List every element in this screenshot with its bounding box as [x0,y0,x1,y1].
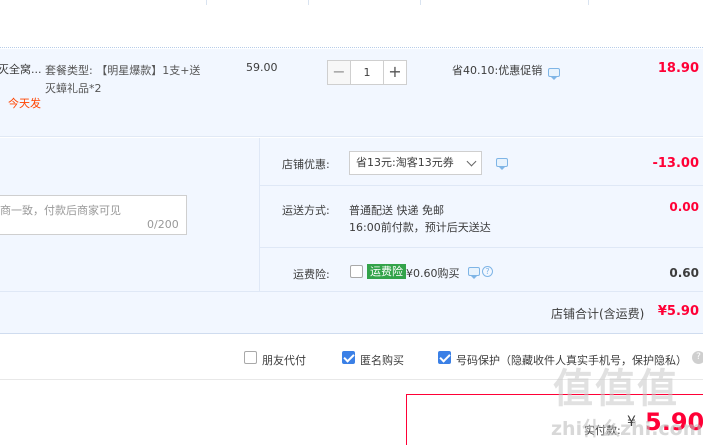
quantity-decrease-button[interactable]: − [327,60,351,85]
coupon-select-value: 省13元:淘客13元券 [356,156,454,169]
memo-char-count: 0/200 [147,218,179,231]
chat-bubble-icon[interactable] [496,158,508,170]
shop-total-value: ¥5.90 [657,304,699,319]
unit-price: 59.00 [246,61,278,74]
chevron-down-icon [466,156,477,167]
anonymous-checkbox[interactable] [342,351,355,364]
section-divider [259,185,703,186]
watermark-url: zhi什么zhi.com [551,418,703,440]
insurance-price: ¥0.60购买 [406,267,460,280]
chat-bubble-icon[interactable] [548,68,560,80]
column-divider [588,0,589,5]
column-divider [420,0,421,5]
quantity-increase-button[interactable]: + [383,60,407,85]
help-icon[interactable]: ? [692,351,703,364]
shop-discount-amount: -13.00 [652,156,699,171]
item-spec: 套餐类型: 【明星爆款】1支+送 [45,64,201,77]
table-header-strip [0,0,703,48]
shop-discount-label: 店铺优惠: [282,158,330,171]
help-icon[interactable]: ? [482,266,493,277]
item-line-total: 18.90 [657,61,699,76]
section-divider [259,138,260,291]
friend-pay-checkbox[interactable] [244,351,257,364]
shipping-amount: 0.00 [669,200,699,214]
watermark-logo: 值值值 [553,366,679,412]
promo-text: 省40.10:优惠促销 [452,64,543,77]
quantity-stepper: − 1 + [327,60,407,85]
item-spec-continued: 灭蟑礼品*2 [45,82,102,95]
coupon-select[interactable]: 省13元:淘客13元券 [349,151,482,175]
shipping-method: 普通配送 快递 免邮 [349,204,444,217]
chat-bubble-icon[interactable] [468,267,480,279]
shop-total-label: 店铺合计(含运费) [551,307,645,321]
ship-today-badge: 今天发 [8,97,41,110]
quantity-input[interactable]: 1 [351,60,383,85]
insurance-amount: 0.60 [669,266,699,280]
insurance-label: 运费险: [293,268,330,281]
section-divider [259,247,703,248]
shipping-label: 运送方式: [282,204,330,217]
insurance-badge: 运费险 [367,264,406,279]
friend-pay-label: 朋友代付 [262,354,306,367]
buyer-memo-placeholder: 商一致，付款后商家可见 [0,204,121,217]
column-divider [308,0,309,5]
number-protect-checkbox[interactable] [438,351,451,364]
column-divider [206,0,207,5]
anonymous-label: 匿名购买 [360,354,404,367]
shipping-note: 16:00前付款，预计后天送达 [349,221,491,234]
insurance-checkbox[interactable] [350,265,363,278]
item-title[interactable]: 灭全窝... [0,61,42,77]
